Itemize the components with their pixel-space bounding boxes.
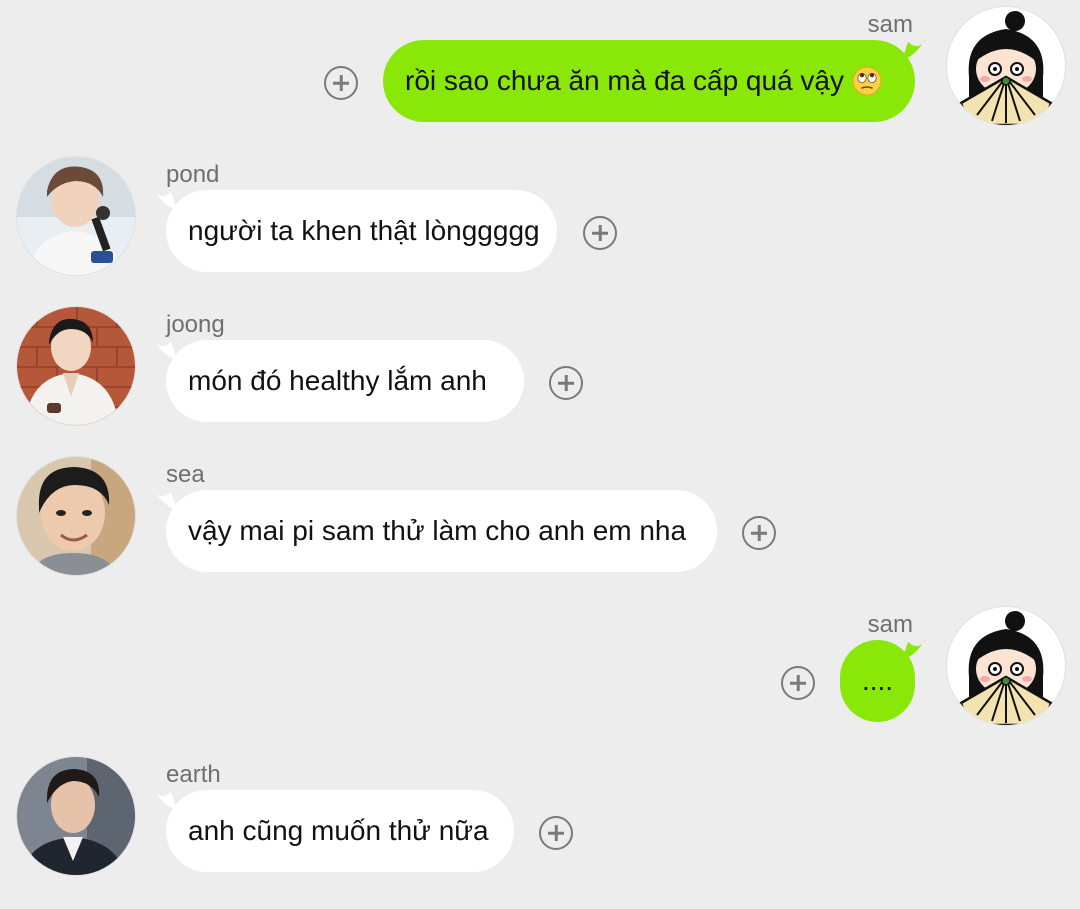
sender-name: pond — [166, 161, 220, 188]
sender-name: earth — [166, 761, 221, 788]
avatar[interactable] — [16, 306, 136, 426]
plus-circle-icon[interactable] — [742, 516, 776, 550]
plus-circle-icon[interactable] — [583, 216, 617, 250]
chat-thread: sam rồi sao chưa ăn mà đa cấp quá vậy po… — [0, 0, 1080, 909]
message-text: .... — [861, 665, 894, 696]
bubble-tail — [902, 38, 926, 60]
plus-circle-icon[interactable] — [781, 666, 815, 700]
avatar[interactable] — [16, 756, 136, 876]
message-text: rồi sao chưa ăn mà đa cấp quá vậy — [405, 65, 845, 96]
message-bubble[interactable]: món đó healthy lắm anh — [166, 340, 524, 422]
plus-circle-icon[interactable] — [324, 66, 358, 100]
message-bubble[interactable]: vậy mai pi sam thử làm cho anh em nha — [166, 490, 717, 572]
bubble-tail — [902, 638, 926, 660]
message-text: anh cũng muốn thử nữa — [188, 815, 489, 846]
message-bubble[interactable]: anh cũng muốn thử nữa — [166, 790, 514, 872]
sender-name: joong — [166, 311, 225, 338]
message-bubble[interactable]: rồi sao chưa ăn mà đa cấp quá vậy — [383, 40, 915, 122]
avatar[interactable] — [16, 456, 136, 576]
avatar[interactable] — [946, 606, 1066, 726]
avatar[interactable] — [946, 6, 1066, 126]
message-bubble[interactable]: người ta khen thật lònggggg — [166, 190, 557, 272]
plus-circle-icon[interactable] — [539, 816, 573, 850]
sender-name: sam — [867, 11, 913, 38]
sender-name: sam — [867, 611, 913, 638]
message-text: vậy mai pi sam thử làm cho anh em nha — [188, 515, 687, 546]
message-text: món đó healthy lắm anh — [188, 365, 487, 396]
avatar[interactable] — [16, 156, 136, 276]
face-with-rolling-eyes-icon — [852, 66, 882, 96]
sender-name: sea — [166, 461, 205, 488]
message-text: người ta khen thật lònggggg — [188, 215, 540, 246]
plus-circle-icon[interactable] — [549, 366, 583, 400]
